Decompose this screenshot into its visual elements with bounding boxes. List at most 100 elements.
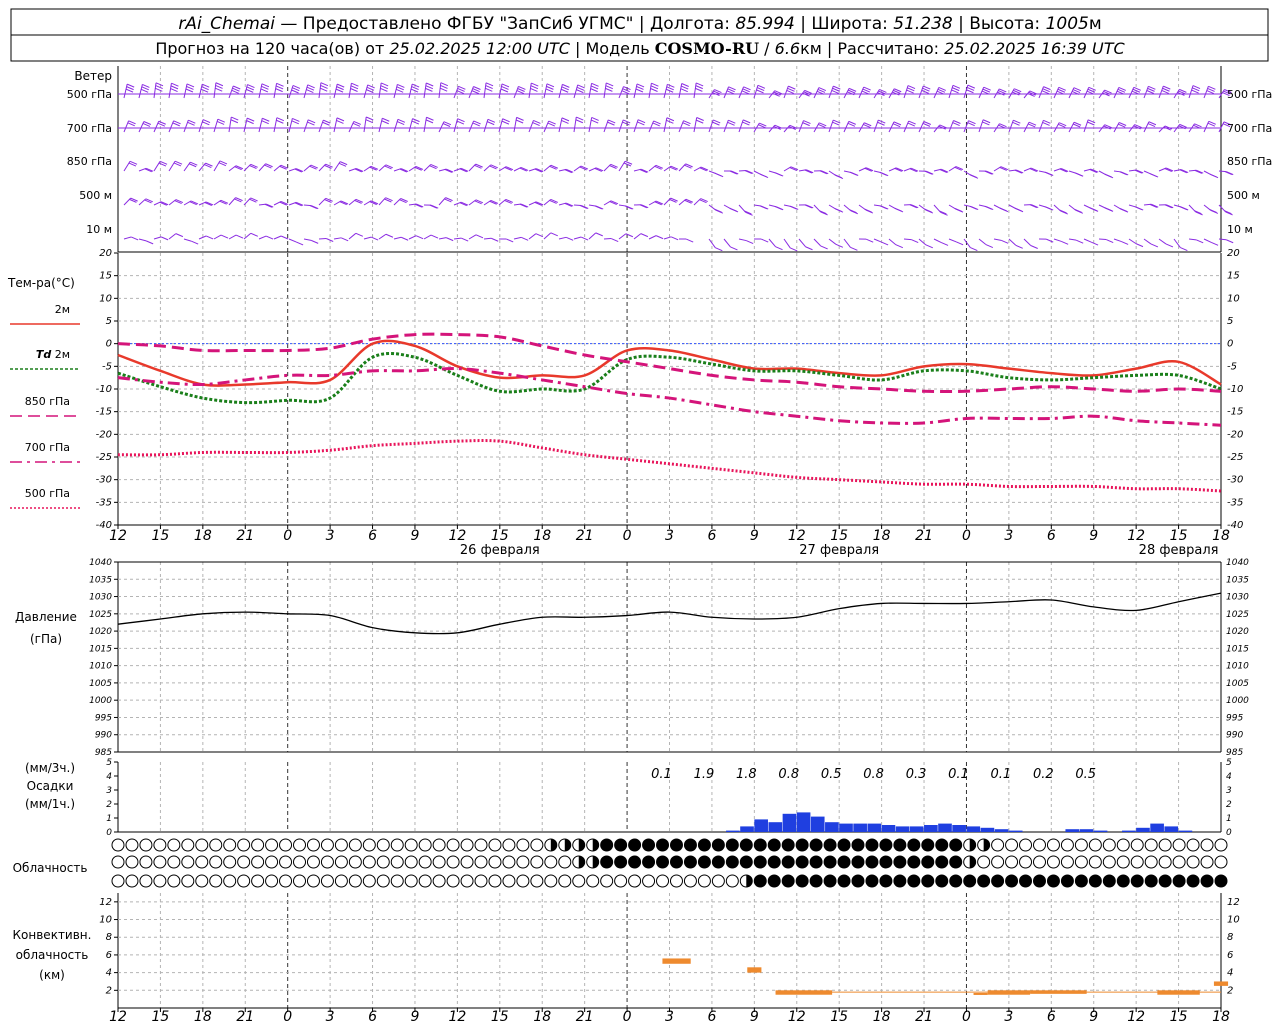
precip-bar <box>1179 831 1193 832</box>
precip-sum-label: 0.5 <box>1075 767 1096 782</box>
cloud-symbol-empty <box>517 839 529 851</box>
precip-bar <box>924 825 938 832</box>
wind-barb <box>319 83 321 98</box>
cloud-symbol-empty <box>726 875 738 887</box>
temp-ytick-label-right: -5 <box>1227 361 1237 372</box>
cloud-symbol-empty <box>210 839 222 851</box>
wind-barb-flag <box>381 86 388 89</box>
cloud-symbol-full <box>670 856 682 868</box>
wind-barb-flag <box>336 120 343 123</box>
precip-sum-label: 0.1 <box>991 767 1012 782</box>
wind-barb <box>394 237 401 239</box>
cloud-symbol-full <box>768 856 780 868</box>
wind-barb-flag <box>561 120 568 123</box>
hour-label-bottom: 9 <box>1089 1009 1098 1024</box>
conv-ytick-label-right: 8 <box>1227 932 1233 943</box>
cloud-symbol-full <box>810 856 822 868</box>
wind-barb-flag <box>371 237 378 240</box>
hour-label-bottom: 6 <box>707 1009 716 1024</box>
wind-barb <box>979 120 983 132</box>
cloud-symbol-empty <box>391 839 403 851</box>
cloud-symbol-empty <box>182 856 194 868</box>
cloud-symbol-full <box>922 875 934 887</box>
wind-barb-flag <box>941 242 948 245</box>
hour-label-bottom: 9 <box>411 1009 420 1024</box>
cloud-title: Облачность <box>13 861 88 875</box>
wind-barb-flag <box>696 86 703 89</box>
cloud-symbol-empty <box>1006 856 1018 868</box>
conv-ytick-label: 8 <box>106 932 112 943</box>
wind-barb-flag <box>292 121 299 124</box>
precip-sum-label: 0.8 <box>778 767 799 782</box>
cloud-symbol-empty <box>335 839 347 851</box>
wind-barb-flag <box>171 89 178 92</box>
hdr1-part-1: — Предоставлено ФГБУ "ЗапСиб УГМС" | Дол… <box>275 14 735 34</box>
wind-barb <box>1144 86 1148 98</box>
cloud-symbol-empty <box>266 839 278 851</box>
wind-barb <box>934 239 941 242</box>
wind-level-label-right: 500 гПа <box>1227 88 1272 101</box>
wind-barb <box>1084 239 1091 242</box>
cloud-symbol-empty <box>1033 839 1045 851</box>
wind-barb-flag <box>320 88 327 91</box>
wind-barb <box>304 85 308 98</box>
cloud-symbol-empty <box>1187 856 1199 868</box>
hour-label-bottom: 6 <box>368 1009 377 1024</box>
wind-barb-flag <box>1015 208 1022 211</box>
wind-barb <box>1189 239 1196 240</box>
wind-barb-flag <box>715 209 722 212</box>
meteogram-canvas: rAi_Chemai — Предоставлено ФГБУ "ЗапСиб … <box>0 0 1280 1024</box>
wind-barb <box>409 236 416 239</box>
wind-barb-flag <box>925 209 932 212</box>
wind-barb-flag <box>351 83 358 86</box>
cloud-symbol-full <box>643 856 655 868</box>
wind-barb-flag <box>880 206 887 209</box>
cloud-symbol-empty <box>503 875 515 887</box>
wind-barb-flag <box>576 117 583 120</box>
wind-barb <box>709 120 713 132</box>
cloud-symbol-full <box>866 856 878 868</box>
wind-barb-flag <box>321 85 328 88</box>
temp-ytick-label-right: 5 <box>1227 316 1233 327</box>
prec-ytick-label-right: 3 <box>1226 786 1232 796</box>
wind-barb-flag <box>412 84 419 87</box>
wind-barb-flag <box>1120 208 1127 211</box>
wind-barb-flag <box>592 117 599 120</box>
wind-barb-flag <box>760 174 767 177</box>
prec-ytick-label-right: 1 <box>1226 814 1232 824</box>
wind-barb-flag <box>366 120 373 123</box>
wind-barb <box>409 119 413 132</box>
cloud-symbol-empty <box>335 856 347 868</box>
precip-bar <box>966 826 980 832</box>
hour-label-bottom: 21 <box>576 1009 594 1024</box>
wind-barb <box>469 121 474 132</box>
wind-barb-flag <box>1166 244 1173 247</box>
wind-barb-flag <box>321 83 328 86</box>
cloud-symbol-empty <box>238 839 250 851</box>
wind-barb <box>619 120 623 132</box>
wind-barb <box>784 239 790 248</box>
precip-bar <box>783 814 797 832</box>
wind-barb-flag <box>186 86 193 89</box>
wind-barb-flag <box>956 242 963 245</box>
wind-barb-flag <box>426 86 433 89</box>
cloud-symbol-full <box>964 875 976 887</box>
cloud-symbol-full <box>657 839 669 851</box>
cloud-symbol-empty <box>196 875 208 887</box>
wind-barb <box>664 118 667 132</box>
wind-barb <box>424 235 431 239</box>
wind-barb <box>364 117 366 132</box>
hour-label: 9 <box>750 528 759 544</box>
wind-barb-flag <box>156 86 163 89</box>
wind-barb-flag <box>596 233 603 236</box>
wind-barb <box>424 117 426 132</box>
cloud-symbol-full <box>908 856 920 868</box>
wind-barb <box>679 83 682 98</box>
cloud-symbol-full <box>782 839 794 851</box>
hdr1-part-6: 1005 <box>1046 14 1089 34</box>
cloud-symbol-full <box>880 875 892 887</box>
wind-barb-flag <box>1106 240 1113 243</box>
wind-barb-flag <box>236 235 243 238</box>
wind-barb-flag <box>457 121 464 124</box>
cloud-symbol-empty <box>154 856 166 868</box>
